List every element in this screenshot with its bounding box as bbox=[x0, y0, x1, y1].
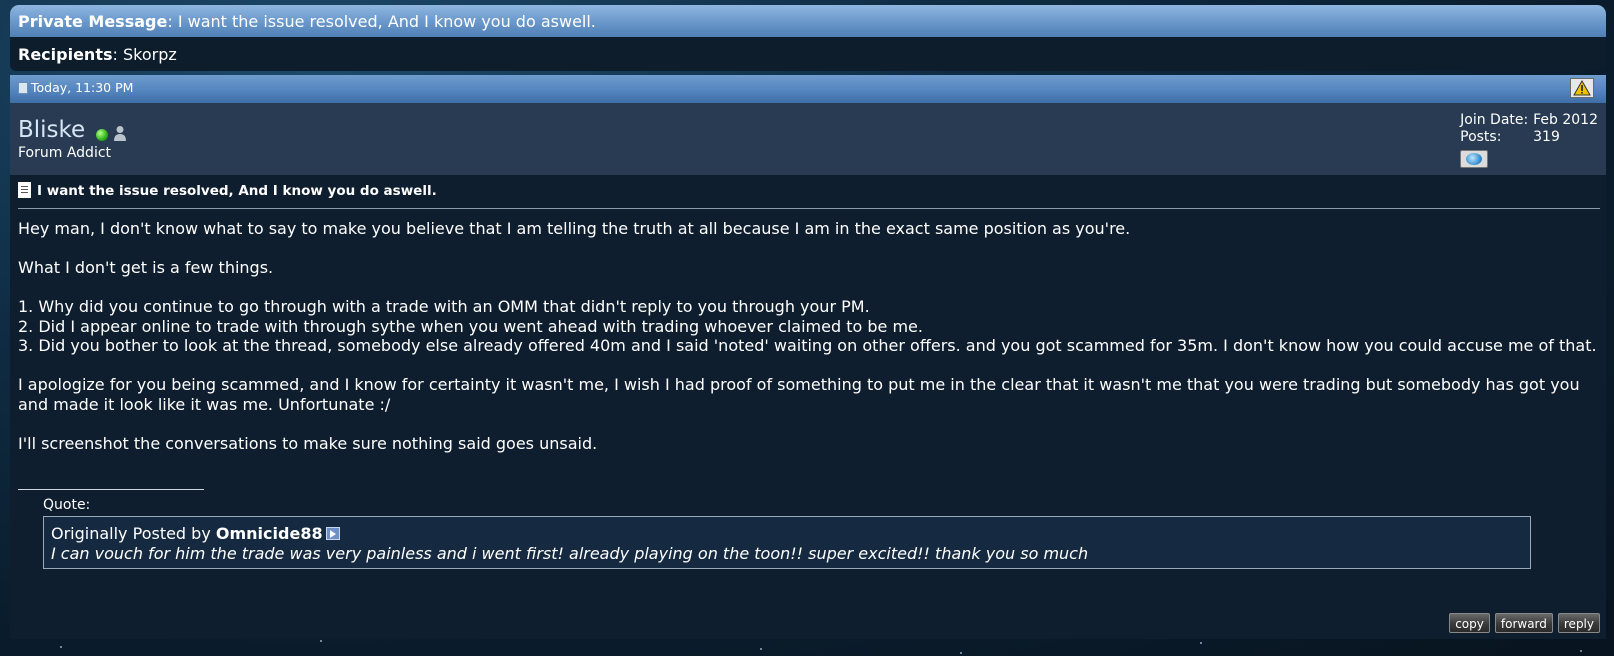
recipients-label: Recipients bbox=[18, 45, 113, 64]
forward-button[interactable]: forward bbox=[1494, 613, 1553, 633]
user-title: Forum Addict bbox=[18, 145, 112, 161]
pm-header-label: Private Message bbox=[18, 12, 168, 31]
private-message-panel: Private Message: I want the issue resolv… bbox=[10, 5, 1606, 639]
online-status-icon bbox=[96, 129, 108, 141]
copy-button[interactable]: copy bbox=[1449, 613, 1490, 633]
post-date: Today, 11:30 PM bbox=[31, 80, 134, 95]
skype-button[interactable] bbox=[1460, 150, 1489, 168]
recipient-name[interactable]: Skorpz bbox=[123, 45, 177, 64]
pm-header: Private Message: I want the issue resolv… bbox=[10, 5, 1606, 37]
post-date-bar: Today, 11:30 PM bbox=[10, 75, 1606, 103]
user-profile-icon[interactable] bbox=[113, 125, 127, 141]
title-divider bbox=[18, 208, 1600, 209]
join-date-label: Join Date: bbox=[1460, 112, 1529, 128]
quote-label: Quote: bbox=[43, 497, 91, 513]
recipients-row: Recipients: Skorpz bbox=[10, 37, 1606, 71]
pm-subject: I want the issue resolved, And I know yo… bbox=[177, 12, 596, 31]
post-title: I want the issue resolved, And I know yo… bbox=[18, 182, 437, 199]
quote-box: Originally Posted by Omnicide88 I can vo… bbox=[43, 516, 1531, 569]
reply-button[interactable]: reply bbox=[1557, 613, 1600, 633]
skype-icon bbox=[1466, 153, 1483, 165]
post-action-buttons: copy forward reply bbox=[1449, 613, 1600, 633]
report-button[interactable] bbox=[1570, 78, 1594, 98]
post-icon bbox=[18, 82, 28, 94]
post-body: I want the issue resolved, And I know yo… bbox=[10, 175, 1606, 639]
user-info-row: Bliske Forum Addict Join Date: Feb 2012 P… bbox=[10, 103, 1606, 175]
warning-icon bbox=[1573, 80, 1591, 96]
view-post-arrow-icon[interactable] bbox=[325, 527, 340, 540]
user-stats: Join Date: Feb 2012 Posts: 319 bbox=[1460, 112, 1598, 168]
quote-author[interactable]: Omnicide88 bbox=[216, 524, 323, 543]
post-count: 319 bbox=[1533, 129, 1560, 145]
username[interactable]: Bliske bbox=[18, 117, 85, 143]
join-date: Feb 2012 bbox=[1533, 112, 1598, 128]
signature-divider bbox=[18, 489, 204, 490]
quote-text: I can vouch for him the trade was very p… bbox=[51, 543, 1089, 563]
posts-label: Posts: bbox=[1460, 129, 1502, 145]
post-title-text: I want the issue resolved, And I know yo… bbox=[37, 183, 437, 199]
message-text: Hey man, I don't know what to say to mak… bbox=[18, 219, 1597, 453]
page-icon bbox=[18, 182, 31, 198]
quote-prefix: Originally Posted by bbox=[51, 524, 211, 543]
